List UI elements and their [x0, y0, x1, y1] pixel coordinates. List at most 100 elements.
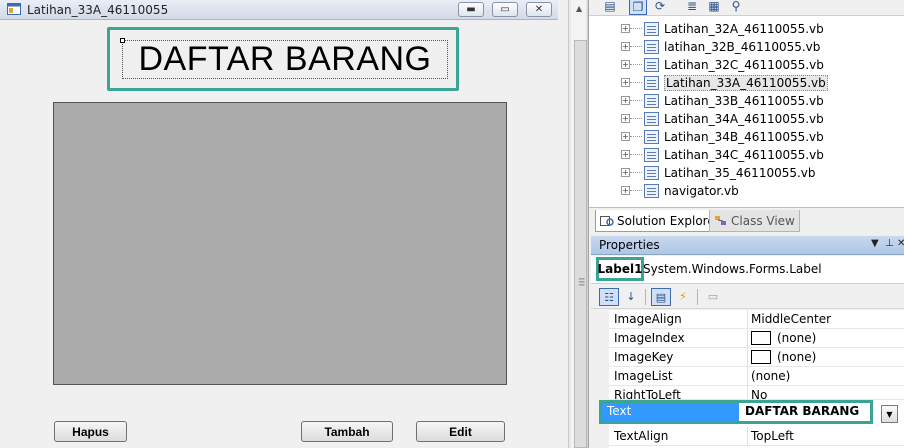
text-dropdown-button[interactable]: ▼ — [881, 405, 898, 423]
expand-icon[interactable]: + — [621, 42, 630, 51]
tree-item[interactable]: + navigator.vb — [589, 182, 904, 200]
property-name: ImageKey — [614, 350, 674, 364]
solution-explorer-panel: ▤ ❐ ⟳ ≣ ▦ ⚲ + Latihan_32A_46110055.vb + … — [588, 0, 904, 236]
form-title-bar[interactable]: Latihan_33A_46110055 ▬ ▭ ✕ — [0, 0, 558, 20]
property-value: (none) — [751, 369, 791, 383]
column-divider — [747, 367, 748, 386]
maximize-icon: ▭ — [500, 4, 510, 15]
tree-connector — [630, 46, 642, 47]
expand-icon[interactable]: + — [621, 96, 630, 105]
property-row-text[interactable]: Text DAFTAR BARANG — [599, 400, 873, 424]
tree-connector — [630, 82, 642, 83]
tambah-button[interactable]: Tambah — [301, 421, 393, 442]
minimize-button[interactable]: ▬ — [458, 2, 484, 17]
tab-class-view[interactable]: Class View — [709, 210, 800, 232]
dropdown-icon[interactable]: ▼ — [871, 238, 879, 249]
tree-item-selected[interactable]: + Latihan_33A_46110055.vb — [589, 74, 904, 92]
expand-icon[interactable]: + — [621, 24, 630, 33]
tree-connector — [630, 190, 642, 191]
label-highlight: DAFTAR BARANG — [107, 27, 459, 91]
expand-icon[interactable]: + — [621, 150, 630, 159]
properties-toolbar: ☷ ↓ ▤ ⚡ ▭ — [591, 285, 904, 309]
property-grid: ImageAlign MiddleCenter ImageIndex (none… — [591, 310, 904, 448]
tree-item[interactable]: + Latihan_33B_46110055.vb — [589, 92, 904, 110]
property-name: RightToLeft — [614, 388, 681, 400]
properties-panel: Properties ▼ ⊥ ✕ Label1 System.Windows.F… — [588, 236, 904, 448]
property-row-imagealign[interactable]: ImageAlign MiddleCenter — [609, 310, 904, 329]
property-pages-icon[interactable]: ▭ — [703, 288, 723, 306]
tree-item[interactable]: + Latihan_34B_46110055.vb — [589, 128, 904, 146]
tree-item-label: navigator.vb — [664, 184, 739, 198]
column-divider — [747, 386, 748, 399]
datagrid-control[interactable] — [53, 102, 507, 385]
events-icon[interactable]: ⚡ — [673, 288, 693, 306]
properties-header: Properties ▼ ⊥ ✕ — [591, 236, 904, 255]
property-value: (none) — [777, 350, 817, 364]
vb-file-icon — [644, 40, 659, 54]
tree-item[interactable]: + Latihan_34C_46110055.vb — [589, 146, 904, 164]
property-row-textalign[interactable]: TextAlign TopLeft — [609, 427, 904, 446]
vb-file-icon — [644, 22, 659, 36]
property-row-imagelist[interactable]: ImageList (none) — [609, 367, 904, 386]
tree-connector — [630, 28, 642, 29]
tab-solution-explorer[interactable]: Solution Explorer — [595, 210, 725, 232]
expand-icon[interactable]: + — [621, 78, 630, 87]
scrollbar-thumb[interactable]: ─ ─ ─ — [574, 40, 587, 448]
tree-item-label: Latihan_34C_46110055.vb — [664, 148, 824, 162]
expand-icon[interactable]: + — [621, 60, 630, 69]
expand-icon[interactable]: + — [621, 168, 630, 177]
scroll-up-icon[interactable]: ▲ — [576, 4, 582, 13]
refresh-icon[interactable]: ⟳ — [651, 0, 669, 15]
form-icon — [7, 3, 21, 15]
property-row-righttoleft[interactable]: RightToLeft No — [609, 386, 904, 400]
tree-item[interactable]: + Latihan_34A_46110055.vb — [589, 110, 904, 128]
expand-icon[interactable]: + — [621, 186, 630, 195]
property-value-wrap: (none) — [751, 350, 816, 364]
property-value-text[interactable]: DAFTAR BARANG — [745, 404, 859, 418]
vb-file-icon — [644, 94, 659, 108]
show-all-files-icon[interactable]: ❐ — [629, 0, 647, 15]
image-swatch — [751, 331, 771, 345]
expand-icon[interactable]: + — [621, 114, 630, 123]
close-icon: ✕ — [534, 4, 544, 15]
edit-button[interactable]: Edit — [416, 421, 505, 442]
tree-item[interactable]: + Latihan_32A_46110055.vb — [589, 20, 904, 38]
close-icon[interactable]: ✕ — [897, 238, 904, 249]
tree-item-label: Latihan_32A_46110055.vb — [664, 22, 824, 36]
property-row-imageindex[interactable]: ImageIndex (none) — [609, 329, 904, 348]
minimize-icon: ▬ — [466, 4, 476, 15]
vb-file-icon — [644, 76, 659, 90]
vertical-scrollbar[interactable]: ▲ ─ ─ ─ — [568, 0, 587, 448]
scrollbar-track[interactable]: ▲ ─ ─ ─ — [571, 0, 587, 448]
grip-icon: ─ ─ ─ — [579, 275, 585, 291]
vb-file-icon — [644, 112, 659, 126]
property-name: TextAlign — [614, 429, 669, 443]
maximize-button[interactable]: ▭ — [492, 2, 518, 17]
tree-item[interactable]: + Latihan_32C_46110055.vb — [589, 56, 904, 74]
tree-connector — [630, 136, 642, 137]
categorized-icon[interactable]: ☷ — [599, 288, 619, 306]
property-gutter — [591, 310, 609, 448]
class-diagram-icon[interactable]: ⚲ — [727, 0, 745, 15]
object-name: Label1 — [596, 257, 644, 281]
property-row-imagekey[interactable]: ImageKey (none) — [609, 348, 904, 367]
tree-item-label: Latihan_34A_46110055.vb — [664, 112, 824, 126]
expand-icon[interactable]: + — [621, 132, 630, 141]
alphabetical-icon[interactable]: ↓ — [621, 288, 641, 306]
property-value: (none) — [777, 331, 817, 345]
object-selector[interactable]: Label1 System.Windows.Forms.Label — [591, 256, 904, 284]
view-designer-icon[interactable]: ▦ — [705, 0, 723, 15]
toolbar-separator — [697, 289, 698, 305]
properties-view-icon[interactable]: ▤ — [651, 288, 671, 306]
close-button[interactable]: ✕ — [526, 2, 552, 17]
form-designer: Latihan_33A_46110055 ▬ ▭ ✕ DAFTAR BARANG… — [0, 0, 568, 448]
view-code-icon[interactable]: ≣ — [683, 0, 701, 15]
tree-item[interactable]: + Latihan_35_46110055.vb — [589, 164, 904, 182]
hapus-button[interactable]: Hapus — [54, 421, 127, 442]
pin-icon[interactable]: ⊥ — [885, 238, 894, 249]
tree-item[interactable]: + latihan_32B_46110055.vb — [589, 38, 904, 56]
label1-control[interactable]: DAFTAR BARANG — [120, 38, 448, 79]
properties-icon[interactable]: ▤ — [601, 0, 619, 15]
tree-item-label: latihan_32B_46110055.vb — [664, 40, 821, 54]
property-name-selected: Text — [602, 403, 739, 421]
